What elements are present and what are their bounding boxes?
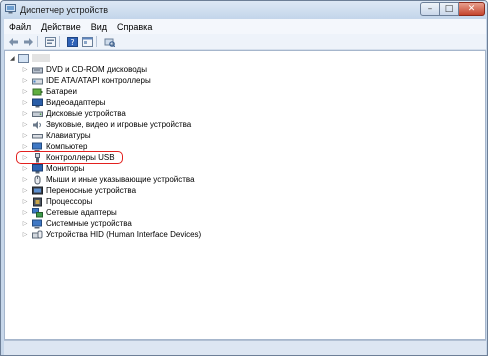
- expand-arrow-icon[interactable]: ▷: [21, 209, 29, 216]
- processor-icon: [33, 197, 42, 206]
- close-icon: ✕: [467, 3, 476, 14]
- tree-item-network-adapters[interactable]: ▷ Сетевые адаптеры: [21, 207, 117, 218]
- expand-arrow-icon[interactable]: ▷: [21, 110, 29, 117]
- tree-item-label: DVD и CD-ROM дисководы: [46, 64, 147, 74]
- device-manager-icon: [5, 4, 16, 14]
- minimize-icon: –: [427, 3, 433, 14]
- tree-item-label: Дисковые устройства: [46, 108, 126, 118]
- menu-bar: Файл Действие Вид Справка: [4, 19, 486, 34]
- tree-item-system-devices[interactable]: ▷ Системные устройства: [21, 218, 132, 229]
- dvd-drive-icon: [32, 67, 43, 73]
- minimize-button[interactable]: –: [420, 2, 440, 16]
- device-tree[interactable]: ◢ ▷ DVD и CD-ROM дисководы ▷ IDE ATA/ATA…: [4, 50, 486, 340]
- device-manager-window: Диспетчер устройств – □ ✕ Файл Действие …: [0, 0, 488, 356]
- expand-arrow-icon[interactable]: ▷: [21, 121, 29, 128]
- maximize-icon: □: [444, 3, 454, 14]
- close-button[interactable]: ✕: [459, 2, 485, 16]
- back-button[interactable]: [7, 36, 19, 48]
- tree-item-display-adapters[interactable]: ▷ Видеоадаптеры: [21, 97, 106, 108]
- scan-hardware-icon: [104, 38, 115, 47]
- battery-icon: [32, 88, 43, 95]
- tree-item-dvd[interactable]: ▷ DVD и CD-ROM дисководы: [21, 64, 147, 75]
- tree-item-label: Мыши и иные указывающие устройства: [46, 174, 195, 184]
- toolbar-separator: [96, 36, 97, 47]
- tree-item-label: Мониторы: [46, 163, 85, 173]
- svg-text:?: ?: [70, 38, 74, 47]
- expand-arrow-icon[interactable]: ▷: [21, 176, 29, 183]
- expand-arrow-icon[interactable]: ▷: [21, 77, 29, 84]
- tree-item-label: Батареи: [46, 86, 77, 96]
- highlight-annotation: [16, 151, 123, 164]
- computer-icon: [18, 53, 29, 63]
- tree-item-disk-drives[interactable]: ▷ Дисковые устройства: [21, 108, 126, 119]
- expand-arrow-icon[interactable]: ▷: [21, 88, 29, 95]
- show-hidden-icon: [44, 36, 56, 47]
- toolbar-separator: [59, 36, 60, 47]
- tree-item-label: Видеоадаптеры: [46, 97, 106, 107]
- properties-icon: [81, 36, 93, 47]
- tree-item-portable-devices[interactable]: ▷ Переносные устройства: [21, 185, 136, 196]
- expand-arrow-icon[interactable]: ▷: [21, 220, 29, 227]
- tree-item-label: Устройства HID (Human Interface Devices): [46, 229, 202, 239]
- computer-name-redacted: [32, 54, 50, 62]
- scan-hardware-button[interactable]: [103, 36, 115, 48]
- expand-arrow-icon[interactable]: ▷: [21, 187, 29, 194]
- toolbar: ?: [4, 34, 486, 50]
- tree-item-label: Компьютер: [46, 141, 88, 151]
- menu-action[interactable]: Действие: [36, 22, 86, 32]
- tree-item-label: Системные устройства: [46, 218, 132, 228]
- disk-drive-icon: [32, 111, 43, 117]
- tree-item-monitors[interactable]: ▷ Мониторы: [21, 163, 84, 174]
- mouse-icon: [34, 175, 41, 184]
- help-button[interactable]: ?: [66, 36, 78, 48]
- back-icon: [8, 37, 18, 46]
- expand-arrow-icon[interactable]: ▷: [21, 165, 29, 172]
- help-icon: ?: [66, 36, 78, 47]
- status-bar: [4, 340, 486, 355]
- system-device-icon: [32, 219, 42, 228]
- tree-item-label: Сетевые адаптеры: [46, 207, 117, 217]
- show-hidden-button[interactable]: [44, 36, 56, 48]
- tree-item-label: Процессоры: [46, 196, 93, 206]
- window-title: Диспетчер устройств: [20, 5, 108, 15]
- tree-item-label: IDE ATA/ATAPI контроллеры: [46, 75, 151, 85]
- hid-icon: [32, 230, 43, 238]
- expand-arrow-icon[interactable]: ▷: [21, 99, 29, 106]
- tree-item-hid[interactable]: ▷ Устройства HID (Human Interface Device…: [21, 229, 202, 240]
- tree-item-mice[interactable]: ▷ Мыши и иные указывающие устройства: [21, 174, 195, 185]
- keyboard-icon: [32, 133, 43, 138]
- expand-arrow-icon[interactable]: ▷: [21, 66, 29, 73]
- tree-item-keyboards[interactable]: ▷ Клавиатуры: [21, 130, 91, 141]
- tree-item-battery[interactable]: ▷ Батареи: [21, 86, 77, 97]
- monitor-icon: [32, 163, 43, 173]
- collapse-arrow-icon[interactable]: ◢: [10, 55, 18, 62]
- tree-item-label: Звуковые, видео и игровые устройства: [46, 119, 192, 129]
- menu-help[interactable]: Справка: [112, 22, 157, 32]
- tree-item-ide[interactable]: ▷ IDE ATA/ATAPI контроллеры: [21, 75, 151, 86]
- display-adapter-icon: [32, 98, 43, 107]
- ide-controller-icon: [32, 78, 43, 84]
- title-bar[interactable]: Диспетчер устройств – □ ✕: [1, 1, 487, 19]
- tree-root[interactable]: ◢: [10, 53, 50, 63]
- forward-icon: [23, 37, 33, 46]
- tree-item-processors[interactable]: ▷ Процессоры: [21, 196, 92, 207]
- tree-item-label: Переносные устройства: [46, 185, 137, 195]
- menu-view[interactable]: Вид: [86, 22, 112, 32]
- tree-item-label: Клавиатуры: [46, 130, 91, 140]
- portable-device-icon: [32, 186, 43, 194]
- expand-arrow-icon[interactable]: ▷: [21, 132, 29, 139]
- network-adapter-icon: [32, 207, 43, 217]
- properties-button[interactable]: [81, 36, 93, 48]
- expand-arrow-icon[interactable]: ▷: [21, 231, 29, 238]
- menu-file[interactable]: Файл: [4, 22, 36, 32]
- maximize-button[interactable]: □: [440, 2, 459, 16]
- expand-arrow-icon[interactable]: ▷: [21, 198, 29, 205]
- forward-button[interactable]: [22, 36, 34, 48]
- sound-icon: [33, 120, 41, 129]
- expand-arrow-icon[interactable]: ▷: [21, 143, 29, 150]
- toolbar-separator: [37, 36, 38, 47]
- tree-item-sound[interactable]: ▷ Звуковые, видео и игровые устройства: [21, 119, 191, 130]
- computer-icon: [32, 142, 42, 151]
